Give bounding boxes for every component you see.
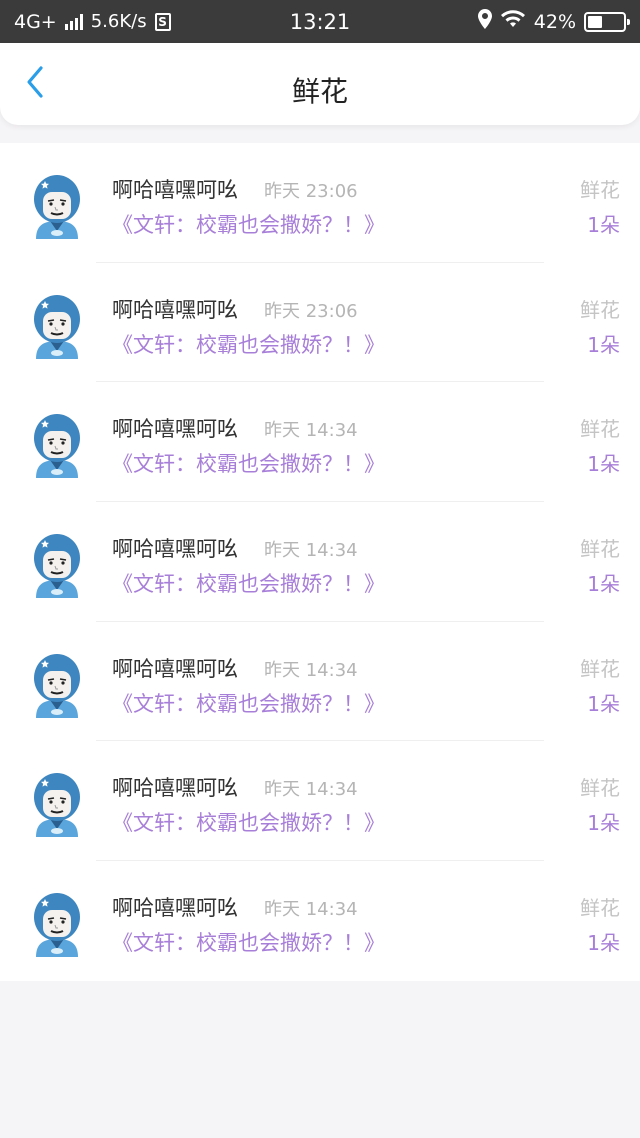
sim-icon: S <box>154 12 171 31</box>
user-name: 啊哈嘻嘿呵吆 <box>112 417 238 442</box>
book-title-link[interactable]: 《文轩：校霸也会撒娇？！》 <box>112 329 385 359</box>
list-item[interactable]: 啊哈嘻嘿呵吆 昨天 14:34 《文轩：校霸也会撒娇？！》 鲜花 1朵 <box>0 502 640 622</box>
list-item[interactable]: 啊哈嘻嘿呵吆 昨天 23:06 《文轩：校霸也会撒娇？！》 鲜花 1朵 <box>0 263 640 383</box>
user-name: 啊哈嘻嘿呵吆 <box>112 537 238 562</box>
avatar[interactable] <box>32 893 82 958</box>
avatar[interactable] <box>32 175 82 239</box>
avatar[interactable] <box>32 653 82 718</box>
battery-percent: 42% <box>533 10 576 33</box>
status-bar-right: 42% <box>477 9 630 34</box>
avatar[interactable] <box>32 414 82 479</box>
timestamp: 昨天 14:34 <box>264 659 358 681</box>
gift-type: 鲜花 <box>580 417 620 442</box>
network-type: 4G+ <box>14 10 57 33</box>
list-item[interactable]: 啊哈嘻嘿呵吆 昨天 14:34 《文轩：校霸也会撒娇？！》 鲜花 1朵 <box>0 382 640 503</box>
user-name: 啊哈嘻嘿呵吆 <box>112 178 238 202</box>
gift-count: 1朵 <box>587 931 620 956</box>
gift-record-list: 啊哈嘻嘿呵吆 昨天 23:06 《文轩：校霸也会撒娇？！》 鲜花 1朵 啊哈嘻嘿… <box>0 143 640 981</box>
gift-count: 1朵 <box>587 811 620 836</box>
network-speed: 5.6K/s <box>90 11 147 32</box>
wifi-icon <box>500 9 526 34</box>
battery-icon <box>584 11 630 32</box>
list-item[interactable]: 啊哈嘻嘿呵吆 昨天 23:06 《文轩：校霸也会撒娇？！》 鲜花 1朵 <box>0 143 640 263</box>
list-item[interactable]: 啊哈嘻嘿呵吆 昨天 14:34 《文轩：校霸也会撒娇？！》 鲜花 1朵 <box>0 741 640 862</box>
status-bar-left: 4G+ 5.6K/s S <box>14 11 171 33</box>
page-title: 鲜花 <box>291 75 348 108</box>
timestamp: 昨天 14:34 <box>264 540 358 562</box>
location-icon <box>477 9 492 34</box>
user-name: 啊哈嘻嘿呵吆 <box>112 297 238 322</box>
gift-type: 鲜花 <box>580 896 620 921</box>
book-title-link[interactable]: 《文轩：校霸也会撒娇？！》 <box>112 568 385 598</box>
nav-header: 鲜花 <box>0 43 640 125</box>
gift-count: 1朵 <box>587 572 620 597</box>
gift-type: 鲜花 <box>580 537 620 562</box>
timestamp: 昨天 23:06 <box>264 181 358 202</box>
timestamp: 昨天 14:34 <box>264 899 358 921</box>
gift-count: 1朵 <box>587 332 620 357</box>
user-name: 啊哈嘻嘿呵吆 <box>112 776 238 801</box>
timestamp: 昨天 23:06 <box>264 300 358 322</box>
gift-type: 鲜花 <box>580 178 620 202</box>
gift-count: 1朵 <box>587 452 620 477</box>
avatar[interactable] <box>32 534 82 599</box>
book-title-link[interactable]: 《文轩：校霸也会撒娇？！》 <box>112 209 385 239</box>
user-name: 啊哈嘻嘿呵吆 <box>112 896 238 921</box>
user-name: 啊哈嘻嘿呵吆 <box>112 656 238 681</box>
gift-type: 鲜花 <box>580 656 620 681</box>
list-item[interactable]: 啊哈嘻嘿呵吆 昨天 14:34 《文轩：校霸也会撒娇？！》 鲜花 1朵 <box>0 622 640 742</box>
gift-count: 1朵 <box>587 213 620 237</box>
gift-count: 1朵 <box>587 691 620 716</box>
list-item[interactable]: 啊哈嘻嘿呵吆 昨天 14:34 《文轩：校霸也会撒娇？！》 鲜花 1朵 <box>0 861 640 981</box>
avatar[interactable] <box>32 773 82 838</box>
timestamp: 昨天 14:34 <box>264 420 358 442</box>
book-title-link[interactable]: 《文轩：校霸也会撒娇？！》 <box>112 927 385 957</box>
book-title-link[interactable]: 《文轩：校霸也会撒娇？！》 <box>112 807 385 837</box>
book-title-link[interactable]: 《文轩：校霸也会撒娇？！》 <box>112 688 385 718</box>
avatar[interactable] <box>32 294 82 359</box>
gift-type: 鲜花 <box>580 297 620 322</box>
gift-type: 鲜花 <box>580 776 620 801</box>
book-title-link[interactable]: 《文轩：校霸也会撒娇？！》 <box>112 448 385 478</box>
signal-icon <box>64 13 83 30</box>
status-bar: 4G+ 5.6K/s S 13:21 42% <box>0 0 640 43</box>
timestamp: 昨天 14:34 <box>264 779 358 801</box>
